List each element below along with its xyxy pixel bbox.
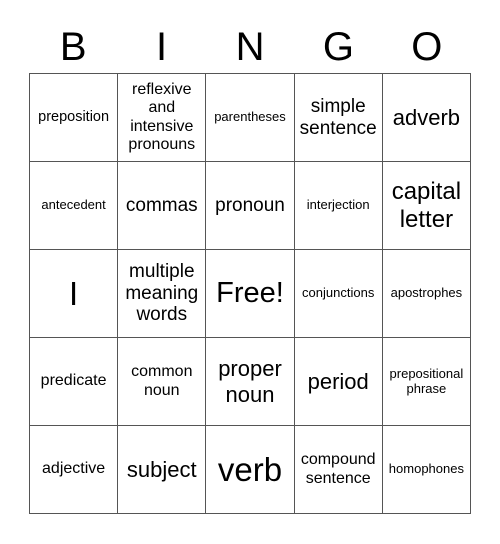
free-space-cell: Free! bbox=[206, 250, 295, 338]
bingo-cell: verb bbox=[206, 426, 295, 514]
bingo-cell: subject bbox=[118, 426, 207, 514]
header-letter-g: G bbox=[322, 25, 354, 69]
bingo-cell: multiple meaning words bbox=[118, 250, 207, 338]
bingo-cell: common noun bbox=[118, 338, 207, 426]
bingo-header: B I N G O bbox=[29, 22, 471, 72]
bingo-cell: homophones bbox=[382, 426, 471, 514]
bingo-cell: parentheses bbox=[206, 74, 295, 162]
header-letter-b: B bbox=[59, 25, 87, 69]
bingo-cell: apostrophes bbox=[382, 250, 471, 338]
bingo-cell: reflexive and intensive pronouns bbox=[118, 74, 207, 162]
bingo-cell: I bbox=[30, 250, 119, 338]
bingo-cell: interjection bbox=[294, 162, 383, 250]
bingo-cell: pronoun bbox=[206, 162, 295, 250]
bingo-cell: conjunctions bbox=[294, 250, 383, 338]
bingo-cell: commas bbox=[118, 162, 207, 250]
bingo-cell: adverb bbox=[382, 74, 471, 162]
bingo-cell: preposition bbox=[30, 74, 119, 162]
bingo-cell: simple sentence bbox=[294, 74, 383, 162]
bingo-cell: adjective bbox=[30, 426, 119, 514]
bingo-cell: predicate bbox=[30, 338, 119, 426]
header-letter-o: O bbox=[411, 25, 443, 69]
bingo-cell: period bbox=[294, 338, 383, 426]
bingo-cell: antecedent bbox=[30, 162, 119, 250]
bingo-cell: capital letter bbox=[382, 162, 471, 250]
bingo-cell: proper noun bbox=[206, 338, 295, 426]
bingo-grid: preposition reflexive and intensive pron… bbox=[29, 73, 471, 514]
header-letter-i: I bbox=[156, 25, 168, 69]
header-letter-n: N bbox=[235, 25, 265, 69]
bingo-cell: prepositional phrase bbox=[382, 338, 471, 426]
bingo-cell: compound sentence bbox=[294, 426, 383, 514]
